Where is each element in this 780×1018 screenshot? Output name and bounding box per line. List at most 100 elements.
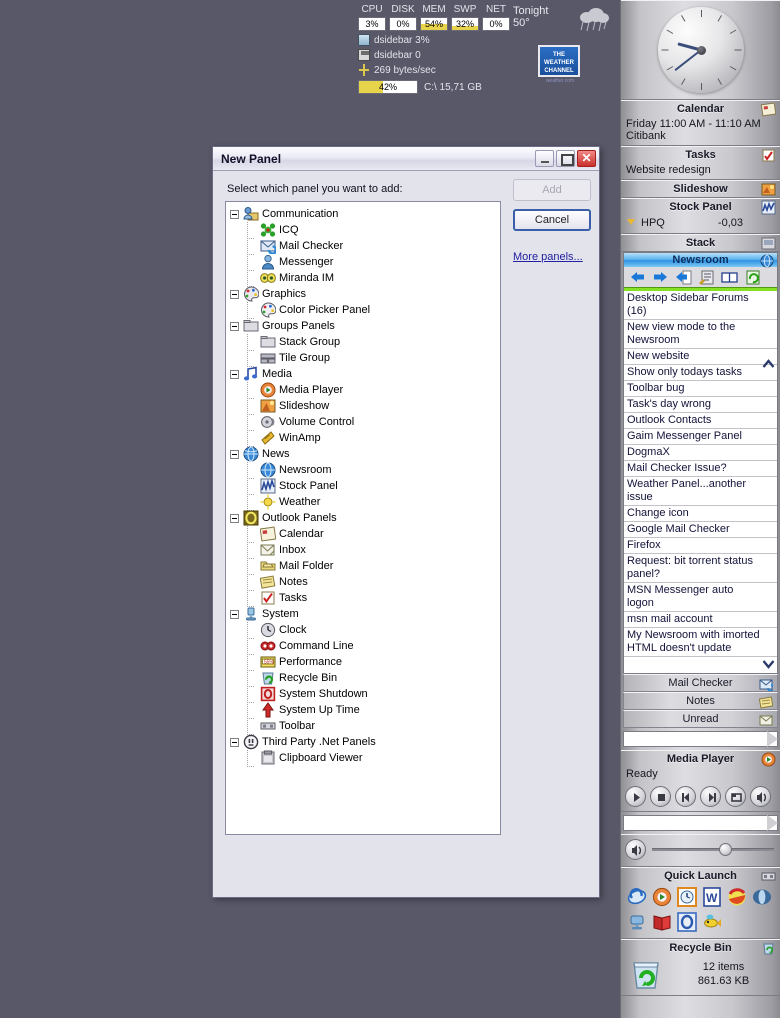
stack-widget[interactable]: Stack <box>621 234 780 252</box>
volume-slider[interactable] <box>652 843 774 856</box>
dialog-title-bar[interactable]: New Panel ✕ <box>213 147 599 171</box>
back-icon[interactable] <box>629 270 646 285</box>
newsroom-item[interactable]: Toolbar bug <box>624 381 777 397</box>
word-icon[interactable]: W <box>702 887 722 907</box>
recycle-bin-widget[interactable]: Recycle Bin 12 items 861.63 KB <box>621 939 780 996</box>
newsroom-item[interactable]: New website <box>624 349 777 365</box>
tree-item-clock[interactable]: Clock <box>226 622 500 639</box>
expander-icon[interactable] <box>230 321 239 331</box>
expander-icon[interactable] <box>230 369 239 379</box>
tree-group-outlook-panels[interactable]: Outlook Panels <box>226 510 500 526</box>
tree-item-system-shutdown[interactable]: System Shutdown <box>226 686 500 703</box>
media-player-icon[interactable] <box>652 887 672 907</box>
tree-group-communication[interactable]: Communication <box>226 206 500 222</box>
tree-item-command-line[interactable]: Command Line <box>226 638 500 655</box>
repeat-button[interactable] <box>725 786 746 807</box>
go-arrow-icon-2[interactable] <box>767 815 778 831</box>
paint-icon[interactable] <box>727 887 747 907</box>
close-button[interactable]: ✕ <box>577 150 596 167</box>
newsroom-item[interactable]: msn mail account <box>624 612 777 628</box>
tasks-widget[interactable]: Tasks Website redesign <box>621 146 780 180</box>
go-arrow-icon[interactable] <box>767 731 778 747</box>
desktop-icon-2[interactable] <box>627 912 647 932</box>
tree-item-miranda-im[interactable]: Miranda IM <box>226 270 500 287</box>
tree-item-volume-control[interactable]: Volume Control <box>226 414 500 431</box>
slideshow-widget[interactable]: Slideshow <box>621 180 780 198</box>
minimize-button[interactable] <box>535 150 554 167</box>
tree-group-graphics[interactable]: Graphics <box>226 286 500 302</box>
tree-item-stock-panel[interactable]: Stock Panel <box>226 478 500 495</box>
notes-button[interactable]: Notes <box>623 692 778 710</box>
newsroom-item[interactable]: Desktop Sidebar Forums (16) <box>624 291 777 320</box>
unread-button[interactable]: Unread <box>623 710 778 728</box>
tree-item-recycle-bin[interactable]: Recycle Bin <box>226 670 500 687</box>
tree-item-newsroom[interactable]: Newsroom <box>226 462 500 479</box>
newsroom-item[interactable]: Show only todays tasks <box>624 365 777 381</box>
clock-icon[interactable] <box>677 887 697 907</box>
panel-tree[interactable]: Communication ICQ Mail Checker Messenger Mir… <box>225 201 501 835</box>
forward-icon[interactable] <box>652 270 669 285</box>
clock-widget[interactable] <box>621 0 780 100</box>
new-post-icon[interactable] <box>675 270 692 285</box>
book-icon-2[interactable] <box>652 912 672 932</box>
expander-icon[interactable] <box>230 513 239 523</box>
newsroom-item[interactable]: Mail Checker Issue? <box>624 461 777 477</box>
tree-item-stack-group[interactable]: Stack Group <box>226 334 500 351</box>
maximize-button[interactable] <box>556 150 575 167</box>
tree-group-media[interactable]: Media <box>226 366 500 382</box>
newsroom-item[interactable]: Google Mail Checker <box>624 522 777 538</box>
newsroom-item[interactable]: Request: bit torrent status panel? <box>624 554 777 583</box>
edit-icon[interactable] <box>698 270 715 285</box>
tree-item-messenger[interactable]: Messenger <box>226 254 500 271</box>
internet-explorer-icon[interactable] <box>627 887 647 907</box>
volume-speaker-icon[interactable] <box>625 839 646 860</box>
expander-icon[interactable] <box>230 737 239 747</box>
volume-widget[interactable] <box>621 834 780 867</box>
more-panels-link[interactable]: More panels... <box>513 251 583 263</box>
outlook-icon-2[interactable] <box>677 912 697 932</box>
newsroom-item[interactable]: My Newsroom with imorted HTML doesn't up… <box>624 628 777 657</box>
tree-item-icq[interactable]: ICQ <box>226 222 500 239</box>
previous-button[interactable] <box>675 786 696 807</box>
refresh-icon[interactable] <box>744 270 761 285</box>
newsroom-item[interactable]: Change icon <box>624 506 777 522</box>
tree-item-tile-group[interactable]: Tile Group <box>226 350 500 367</box>
tree-item-winamp[interactable]: WinAmp <box>226 430 500 447</box>
newsroom-item[interactable]: MSN Messenger auto logon <box>624 583 777 612</box>
cancel-button[interactable]: Cancel <box>513 209 591 231</box>
tree-group-news[interactable]: News <box>226 446 500 462</box>
expander-icon[interactable] <box>230 289 239 299</box>
tree-item-toolbar[interactable]: Toolbar <box>226 718 500 735</box>
stock-panel-widget[interactable]: Stock Panel HPQ -0,03 <box>621 198 780 234</box>
tree-item-tasks[interactable]: Tasks <box>226 590 500 607</box>
tree-item-clipboard-viewer[interactable]: Clipboard Viewer <box>226 750 500 767</box>
newsroom-item[interactable]: DogmaX <box>624 445 777 461</box>
newsroom-item[interactable]: Weather Panel...another issue <box>624 477 777 506</box>
tree-item-weather[interactable]: Weather <box>226 494 500 511</box>
expander-icon[interactable] <box>230 609 239 619</box>
tree-item-calendar[interactable]: Calendar <box>226 526 500 543</box>
tree-group-third-party-net-panels[interactable]: Third Party .Net Panels <box>226 734 500 750</box>
tree-item-slideshow[interactable]: Slideshow <box>226 398 500 415</box>
expander-icon[interactable] <box>230 449 239 459</box>
tree-item-mail-folder[interactable]: Mail Folder <box>226 558 500 575</box>
media-player-url-bar[interactable] <box>623 815 778 831</box>
calendar-widget[interactable]: Calendar Friday 11:00 AM - 11:10 AM Citi… <box>621 100 780 146</box>
mute-button[interactable] <box>750 786 771 807</box>
stop-button[interactable] <box>650 786 671 807</box>
read-icon[interactable] <box>721 270 738 285</box>
tree-item-mail-checker[interactable]: Mail Checker <box>226 238 500 255</box>
quick-launch-widget[interactable]: Quick Launch W <box>621 867 780 939</box>
tree-item-performance[interactable]: 55% Performance <box>226 654 500 671</box>
mail-checker-button[interactable]: Mail Checker <box>623 674 778 692</box>
tree-item-notes[interactable]: Notes <box>226 574 500 591</box>
play-button[interactable] <box>625 786 646 807</box>
tree-item-media-player[interactable]: Media Player <box>226 382 500 399</box>
scroll-up-icon[interactable] <box>762 359 775 369</box>
newsroom-item[interactable]: Firefox <box>624 538 777 554</box>
newsroom-item[interactable]: Task's day wrong <box>624 397 777 413</box>
media-player-widget[interactable]: Media Player Ready <box>621 750 780 812</box>
newsroom-item[interactable]: Gaim Messenger Panel <box>624 429 777 445</box>
newsroom-item-list[interactable]: Desktop Sidebar Forums (16) New view mode… <box>624 291 777 673</box>
tree-group-groups-panels[interactable]: Groups Panels <box>226 318 500 334</box>
